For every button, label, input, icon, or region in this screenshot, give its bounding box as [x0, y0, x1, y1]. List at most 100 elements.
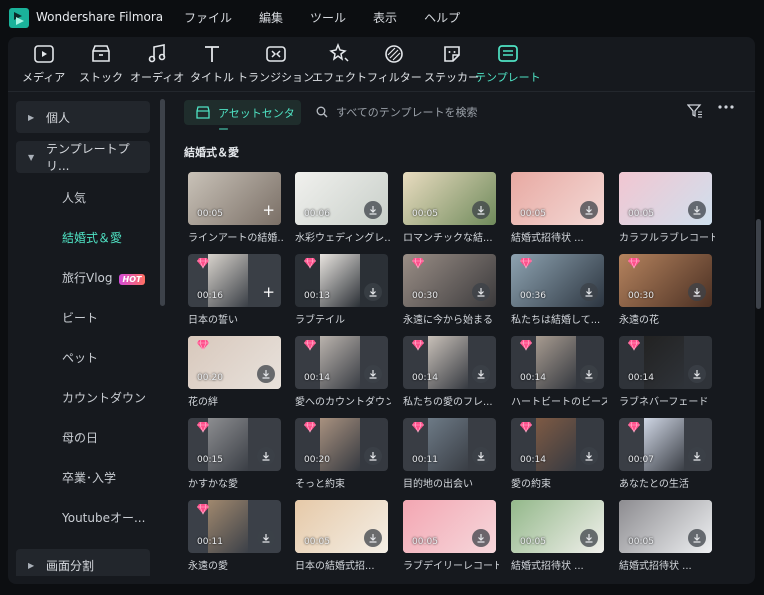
template-thumbnail[interactable]: 00:05 [619, 172, 712, 225]
download-button[interactable] [364, 283, 382, 301]
sidebar-item-graduation[interactable]: 卒業･入学 [16, 461, 150, 493]
template-card[interactable]: 00:11 永遠の愛 [188, 500, 281, 572]
template-card[interactable]: 00:30 永遠の花 [619, 254, 712, 326]
download-button[interactable] [364, 201, 382, 219]
asset-center-button[interactable]: アセットセンター [184, 100, 301, 136]
download-button[interactable] [688, 447, 706, 465]
template-thumbnail[interactable]: 00:13 [295, 254, 388, 307]
template-card[interactable]: 00:14 私たちの愛のフレ... [403, 336, 496, 408]
template-thumbnail[interactable]: 00:05 [619, 500, 712, 553]
tab-effect[interactable]: エフェクト [312, 43, 367, 85]
menu-tools[interactable]: ツール [310, 9, 346, 26]
download-button[interactable] [257, 447, 275, 465]
menu-file[interactable]: ファイル [184, 9, 232, 26]
download-button[interactable] [472, 201, 490, 219]
template-card[interactable]: 00:13 ラブテイル [295, 254, 388, 326]
search-input[interactable] [336, 102, 666, 122]
template-card[interactable]: 00:05 カラフルラブレコードホ [619, 172, 715, 244]
tab-title[interactable]: タイトル [190, 43, 234, 85]
sidebar-item-wedding-love[interactable]: 結婚式＆愛 [16, 221, 150, 253]
sidebar-group-split-screen[interactable]: ▶ 画面分割 [16, 549, 150, 576]
template-thumbnail[interactable]: 00:14 [403, 336, 496, 389]
add-icon[interactable]: + [262, 285, 275, 300]
template-thumbnail[interactable]: 00:07 [619, 418, 712, 471]
download-button[interactable] [580, 365, 598, 383]
template-thumbnail[interactable]: 00:06 [295, 172, 388, 225]
template-thumbnail[interactable]: 00:11 [403, 418, 496, 471]
template-thumbnail[interactable]: 00:30 [403, 254, 496, 307]
template-thumbnail[interactable]: 00:05 [403, 500, 496, 553]
tab-transition[interactable]: トランジション [237, 43, 314, 85]
template-thumbnail[interactable]: 00:36 [511, 254, 604, 307]
content-scrollbar[interactable] [756, 219, 761, 309]
tab-media[interactable]: メディア [22, 43, 65, 85]
tab-filter[interactable]: フィルター [367, 43, 422, 85]
more-options-icon[interactable] [717, 104, 735, 110]
sidebar-item-mothers-day[interactable]: 母の日 [16, 421, 150, 453]
sidebar-group-template-presets[interactable]: ▼ テンプレートプリ... [16, 141, 150, 173]
template-card[interactable]: 00:14 愛へのカウントダウン [295, 336, 391, 408]
template-card[interactable]: 00:14 愛の約束 [511, 418, 604, 490]
template-thumbnail[interactable]: 00:20 [295, 418, 388, 471]
download-button[interactable] [364, 365, 382, 383]
template-card[interactable]: 00:14 ラブネバーフェード [619, 336, 712, 408]
add-icon[interactable]: + [262, 203, 275, 218]
tab-audio[interactable]: オーディオ [130, 43, 184, 85]
download-button[interactable] [472, 447, 490, 465]
template-thumbnail[interactable]: 00:15 [188, 418, 281, 471]
menu-help[interactable]: ヘルプ [424, 9, 460, 26]
sidebar-group-personal[interactable]: ▶ 個人 [16, 101, 150, 133]
sidebar-item-travel-vlog[interactable]: 旅行Vlog HOT [16, 261, 150, 293]
template-thumbnail[interactable]: 00:14 [511, 418, 604, 471]
template-thumbnail[interactable]: 00:14 [295, 336, 388, 389]
template-thumbnail[interactable]: 00:05 [511, 172, 604, 225]
sidebar-item-beat[interactable]: ビート [16, 301, 150, 333]
template-thumbnail[interactable]: 00:16 + [188, 254, 281, 307]
download-button[interactable] [580, 283, 598, 301]
download-button[interactable] [364, 447, 382, 465]
download-button[interactable] [580, 447, 598, 465]
sidebar-item-pet[interactable]: ペット [16, 341, 150, 373]
download-button[interactable] [472, 365, 490, 383]
template-card[interactable]: 00:36 私たちは結婚して... [511, 254, 604, 326]
download-button[interactable] [580, 529, 598, 547]
template-card[interactable]: 00:05 日本の結婚式招... [295, 500, 388, 572]
sidebar-item-countdown[interactable]: カウントダウン [16, 381, 150, 413]
tab-template[interactable]: テンプレート [475, 43, 541, 85]
template-card[interactable]: 00:20 花の絆 [188, 336, 281, 408]
download-button[interactable] [688, 283, 706, 301]
template-thumbnail[interactable]: 00:05 [511, 500, 604, 553]
template-card[interactable]: 00:05 + ラインアートの結婚... [188, 172, 284, 244]
menu-edit[interactable]: 編集 [259, 9, 283, 26]
template-card[interactable]: 00:30 永遠に今から始まる [403, 254, 496, 326]
sidebar-scrollbar[interactable] [160, 99, 165, 306]
sidebar-item-youtube[interactable]: Youtubeオー... [16, 501, 150, 533]
template-card[interactable]: 00:16 + 日本の誓い [188, 254, 281, 326]
template-card[interactable]: 00:15 かすかな愛 [188, 418, 281, 490]
template-thumbnail[interactable]: 00:05 [295, 500, 388, 553]
tab-stock[interactable]: ストック [79, 43, 123, 85]
template-card[interactable]: 00:05 結婚式招待状 ... [511, 500, 604, 572]
template-thumbnail[interactable]: 00:14 [619, 336, 712, 389]
template-thumbnail[interactable]: 00:11 [188, 500, 281, 553]
filter-sort-icon[interactable] [687, 104, 703, 118]
template-card[interactable]: 00:11 目的地の出会い [403, 418, 496, 490]
template-card[interactable]: 00:05 ラブデイリーレコード01 [403, 500, 499, 572]
template-card[interactable]: 00:07 あなたとの生活 [619, 418, 712, 490]
template-thumbnail[interactable]: 00:30 [619, 254, 712, 307]
download-button[interactable] [688, 201, 706, 219]
download-button[interactable] [688, 529, 706, 547]
template-thumbnail[interactable]: 00:14 [511, 336, 604, 389]
template-thumbnail[interactable]: 00:05 [403, 172, 496, 225]
template-card[interactable]: 00:06 水彩ウェディングレ... [295, 172, 391, 244]
download-button[interactable] [688, 365, 706, 383]
download-button[interactable] [580, 201, 598, 219]
tab-sticker[interactable]: ステッカー [424, 43, 479, 85]
download-button[interactable] [472, 283, 490, 301]
template-card[interactable]: 00:05 ロマンチックな結... [403, 172, 496, 244]
download-button[interactable] [364, 529, 382, 547]
template-card[interactable]: 00:20 そっと約束 [295, 418, 388, 490]
menu-view[interactable]: 表示 [373, 9, 397, 26]
template-thumbnail[interactable]: 00:20 [188, 336, 281, 389]
template-card[interactable]: 00:05 結婚式招待状 ... [619, 500, 712, 572]
